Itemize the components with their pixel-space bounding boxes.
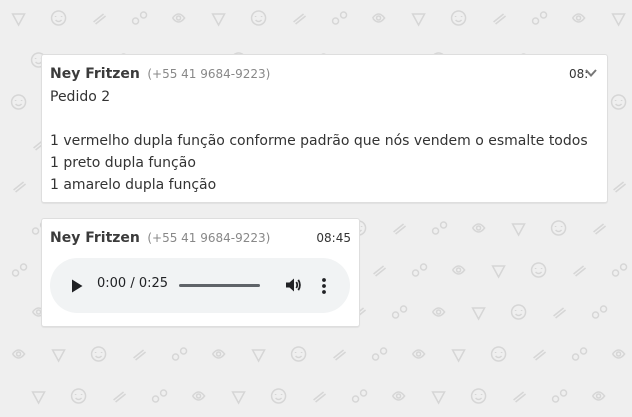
doodle-shape: [593, 223, 607, 235]
doodle-shape: [533, 349, 547, 361]
doodle-shape: [591, 305, 608, 319]
doodle-shape: [471, 307, 486, 321]
doodle-shape: [250, 10, 267, 26]
message-line: Pedido 2: [50, 89, 111, 105]
doodle-shape: [90, 346, 107, 362]
doodle-shape: [10, 94, 27, 110]
doodle-shape: [133, 349, 147, 361]
doodle-shape: [611, 13, 626, 27]
message-line: [50, 108, 588, 130]
doodle-shape: [313, 391, 327, 403]
audio-message-bubble: Ney Fritzen (+55 41 9684-9223) 08:45 0:0…: [41, 218, 360, 327]
doodle-shape: [510, 304, 527, 320]
doodle-shape: [270, 388, 287, 404]
doodle-shape: [611, 349, 626, 359]
doodle-shape: [553, 307, 567, 319]
doodle-shape: [470, 388, 487, 404]
message-sender: Ney Fritzen (+55 41 9684-9223): [50, 230, 270, 246]
doodle-shape: [31, 391, 46, 405]
doodle-shape: [11, 13, 26, 27]
doodle-shape: [11, 349, 26, 359]
audio-progress-bar[interactable]: [179, 284, 260, 287]
doodle-shape: [411, 263, 428, 277]
message-line: 1 preto dupla função: [50, 155, 196, 171]
doodle-shape: [391, 305, 408, 319]
doodle-shape: [490, 346, 507, 362]
doodle-shape: [191, 391, 206, 401]
doodle-shape: [513, 391, 527, 403]
doodle-shape: [550, 220, 567, 236]
doodle-shape: [151, 389, 168, 403]
doodle-shape: [93, 13, 107, 25]
doodle-shape: [293, 13, 307, 25]
doodle-shape: [11, 263, 28, 277]
volume-icon[interactable]: [284, 276, 302, 294]
audio-player: 0:00 / 0:25: [50, 258, 350, 313]
doodle-shape: [511, 223, 526, 237]
doodle-shape: [211, 13, 226, 27]
chevron-down-icon[interactable]: [584, 67, 598, 79]
doodle-shape: [451, 349, 466, 363]
doodle-shape: [50, 10, 67, 26]
doodle-shape: [471, 223, 486, 233]
doodle-shape: [113, 391, 127, 403]
doodle-shape: [491, 265, 506, 279]
doodle-shape: [231, 391, 246, 405]
doodle-shape: [131, 11, 148, 25]
doodle-shape: [571, 13, 586, 23]
doodle-shape: [171, 13, 186, 23]
message-bubble: Ney Fritzen (+55 41 9684-9223) 08:45 Ped…: [41, 54, 608, 203]
doodle-shape: [431, 221, 448, 235]
message-sender: Ney Fritzen (+55 41 9684-9223): [50, 66, 270, 82]
doodle-shape: [371, 347, 388, 361]
doodle-shape: [571, 347, 588, 361]
doodle-shape: [411, 349, 426, 359]
doodle-shape: [450, 10, 467, 26]
message-line: 1 vermelho dupla função conforme padrão …: [50, 133, 588, 149]
sender-phone: (+55 41 9684-9223): [147, 231, 271, 245]
doodle-shape: [531, 11, 548, 25]
doodle-shape: [51, 349, 66, 363]
message-text: Pedido 2 1 vermelho dupla função conform…: [50, 86, 588, 196]
doodle-shape: [573, 265, 587, 277]
doodle-shape: [551, 389, 568, 403]
doodle-shape: [530, 262, 547, 278]
message-time: 08:45: [316, 231, 351, 245]
doodle-shape: [351, 389, 368, 403]
doodle-shape: [333, 349, 347, 361]
doodle-shape: [610, 94, 627, 110]
message-line: 1 amarelo dupla função: [50, 177, 217, 193]
doodle-shape: [411, 13, 426, 27]
doodle-shape: [431, 391, 446, 405]
doodle-shape: [171, 347, 188, 361]
doodle-shape: [331, 11, 348, 25]
doodle-shape: [393, 223, 407, 235]
doodle-shape: [290, 346, 307, 362]
doodle-shape: [431, 307, 446, 317]
play-icon[interactable]: [70, 278, 84, 294]
doodle-shape: [13, 181, 27, 193]
sender-name: Ney Fritzen: [50, 66, 140, 82]
doodle-shape: [371, 13, 386, 23]
audio-time: 0:00 / 0:25: [97, 276, 169, 291]
doodle-shape: [373, 265, 387, 277]
doodle-shape: [493, 13, 507, 25]
doodle-shape: [451, 265, 466, 275]
doodle-shape: [611, 263, 628, 277]
doodle-shape: [211, 349, 226, 359]
doodle-shape: [251, 349, 266, 363]
doodle-shape: [613, 181, 627, 193]
sender-phone: (+55 41 9684-9223): [147, 67, 271, 81]
sender-name: Ney Fritzen: [50, 230, 140, 246]
doodle-shape: [591, 391, 606, 401]
more-vertical-icon[interactable]: [321, 277, 327, 295]
doodle-shape: [70, 388, 87, 404]
doodle-shape: [391, 391, 406, 401]
